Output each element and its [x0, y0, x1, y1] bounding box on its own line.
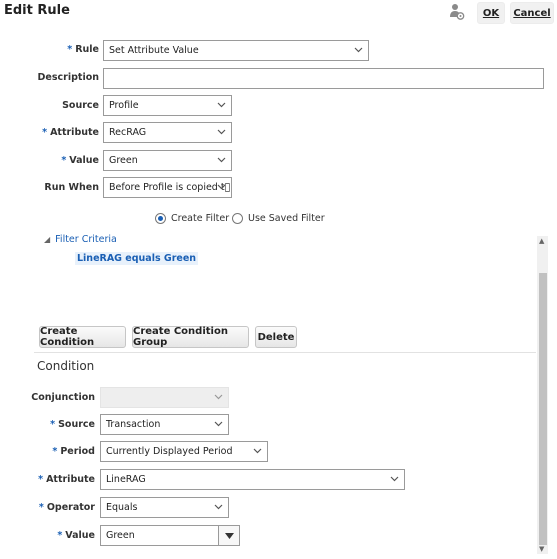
filter-criteria-node[interactable]: ◢ Filter Criteria	[44, 234, 117, 245]
criteria-item-lineRAG[interactable]: LineRAG equals Green	[75, 252, 199, 265]
condition-source-label: * Source	[50, 419, 95, 430]
condition-attribute-value: LineRAG	[106, 474, 146, 485]
dialog-title: Edit Rule	[4, 3, 70, 18]
source-label: Source	[62, 100, 99, 111]
condition-attribute-label: * Attribute	[38, 474, 95, 485]
use-saved-filter-label[interactable]: Use Saved Filter	[248, 213, 325, 224]
user-settings-icon[interactable]	[449, 3, 465, 21]
attribute-select-value: RecRAG	[109, 127, 147, 138]
rule-select-value: Set Attribute Value	[109, 45, 199, 56]
condition-value-label: * Value	[57, 530, 95, 541]
description-label: Description	[37, 72, 99, 83]
create-filter-radio[interactable]	[155, 213, 166, 224]
chevron-down-icon	[354, 47, 363, 53]
delete-label: Delete	[257, 331, 295, 343]
create-filter-label[interactable]: Create Filter	[171, 213, 229, 224]
condition-value-combo[interactable]: Green	[100, 525, 240, 546]
chevron-down-icon	[390, 476, 399, 482]
run-when-label: Run When	[44, 182, 99, 193]
description-input[interactable]	[103, 68, 544, 89]
create-condition-group-label: Create Condition Group	[133, 326, 228, 348]
period-select-value: Currently Displayed Period	[106, 446, 233, 457]
condition-source-value: Transaction	[106, 419, 161, 430]
condition-section-title: Condition	[37, 359, 95, 373]
chevron-down-icon	[214, 394, 223, 400]
ok-button-label: OK	[482, 7, 500, 19]
scroll-down-icon[interactable]: ▼	[539, 545, 544, 553]
run-when-select[interactable]: Before Profile is copied t 	[103, 177, 232, 198]
caret-down-icon	[224, 532, 234, 539]
combo-dropdown-button[interactable]	[218, 526, 239, 545]
period-label: * Period	[52, 446, 95, 457]
operator-select-value: Equals	[106, 502, 138, 513]
source-select[interactable]: Profile	[103, 95, 232, 116]
expand-triangle-icon[interactable]: ◢	[44, 235, 50, 244]
attribute-select[interactable]: RecRAG	[103, 122, 232, 143]
delete-button[interactable]: Delete	[255, 326, 297, 348]
scrollbar-thumb[interactable]	[539, 273, 547, 545]
create-condition-label: Create Condition	[40, 326, 95, 348]
operator-select[interactable]: Equals	[100, 497, 229, 518]
conjunction-select[interactable]	[100, 387, 229, 408]
chevron-down-icon	[217, 129, 226, 135]
value-select-value: Green	[109, 155, 138, 166]
chevron-down-icon	[253, 448, 262, 454]
filter-criteria-label[interactable]: Filter Criteria	[55, 234, 117, 245]
cancel-button[interactable]: Cancel	[510, 2, 554, 24]
rule-select[interactable]: Set Attribute Value	[103, 40, 369, 61]
condition-value-value: Green	[106, 530, 135, 541]
conjunction-label: Conjunction	[31, 392, 95, 403]
use-saved-filter-radio[interactable]	[232, 213, 243, 224]
chevron-down-icon	[214, 504, 223, 510]
run-when-select-value: Before Profile is copied t 	[109, 182, 231, 193]
operator-label: * Operator	[38, 502, 95, 513]
cancel-button-label: Cancel	[513, 7, 551, 19]
create-condition-button[interactable]: Create Condition	[39, 326, 126, 348]
attribute-label: * Attribute	[42, 127, 99, 138]
value-label: * Value	[61, 155, 99, 166]
condition-attribute-select[interactable]: LineRAG	[100, 469, 405, 490]
rule-label: * Rule	[67, 44, 99, 55]
scroll-up-icon[interactable]: ▲	[539, 237, 544, 245]
period-select[interactable]: Currently Displayed Period	[100, 441, 268, 462]
condition-source-select[interactable]: Transaction	[100, 414, 229, 435]
create-condition-group-button[interactable]: Create Condition Group	[132, 326, 249, 348]
section-divider	[34, 352, 536, 353]
ok-button[interactable]: OK	[477, 2, 505, 24]
chevron-down-icon	[217, 102, 226, 108]
source-select-value: Profile	[109, 100, 139, 111]
chevron-down-icon	[214, 421, 223, 427]
chevron-down-icon	[217, 157, 226, 163]
value-select[interactable]: Green	[103, 150, 232, 171]
chevron-down-icon	[217, 184, 226, 190]
